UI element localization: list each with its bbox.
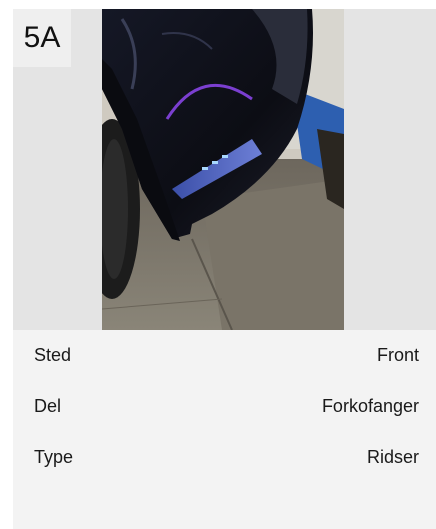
detail-row-type: Type Ridser (34, 445, 419, 469)
detail-row-location: Sted Front (34, 343, 419, 367)
detail-label: Sted (34, 344, 72, 365)
photo-area: 5A (13, 9, 436, 330)
detail-value: Front (376, 344, 419, 365)
detail-value: Ridser (366, 446, 419, 467)
detail-value: Forkofanger (321, 395, 419, 416)
damage-card[interactable]: 5A Sted Front Del Forkofanger Type Ridse… (13, 9, 436, 529)
detail-label: Del (34, 395, 62, 416)
detail-row-part: Del Forkofanger (34, 394, 419, 418)
damage-photo[interactable] (102, 9, 344, 330)
detail-label: Type (34, 446, 74, 467)
photo-number-badge: 5A (13, 9, 71, 67)
damage-photo-image (102, 9, 344, 330)
damage-details: Sted Front Del Forkofanger Type Ridser (13, 330, 436, 529)
